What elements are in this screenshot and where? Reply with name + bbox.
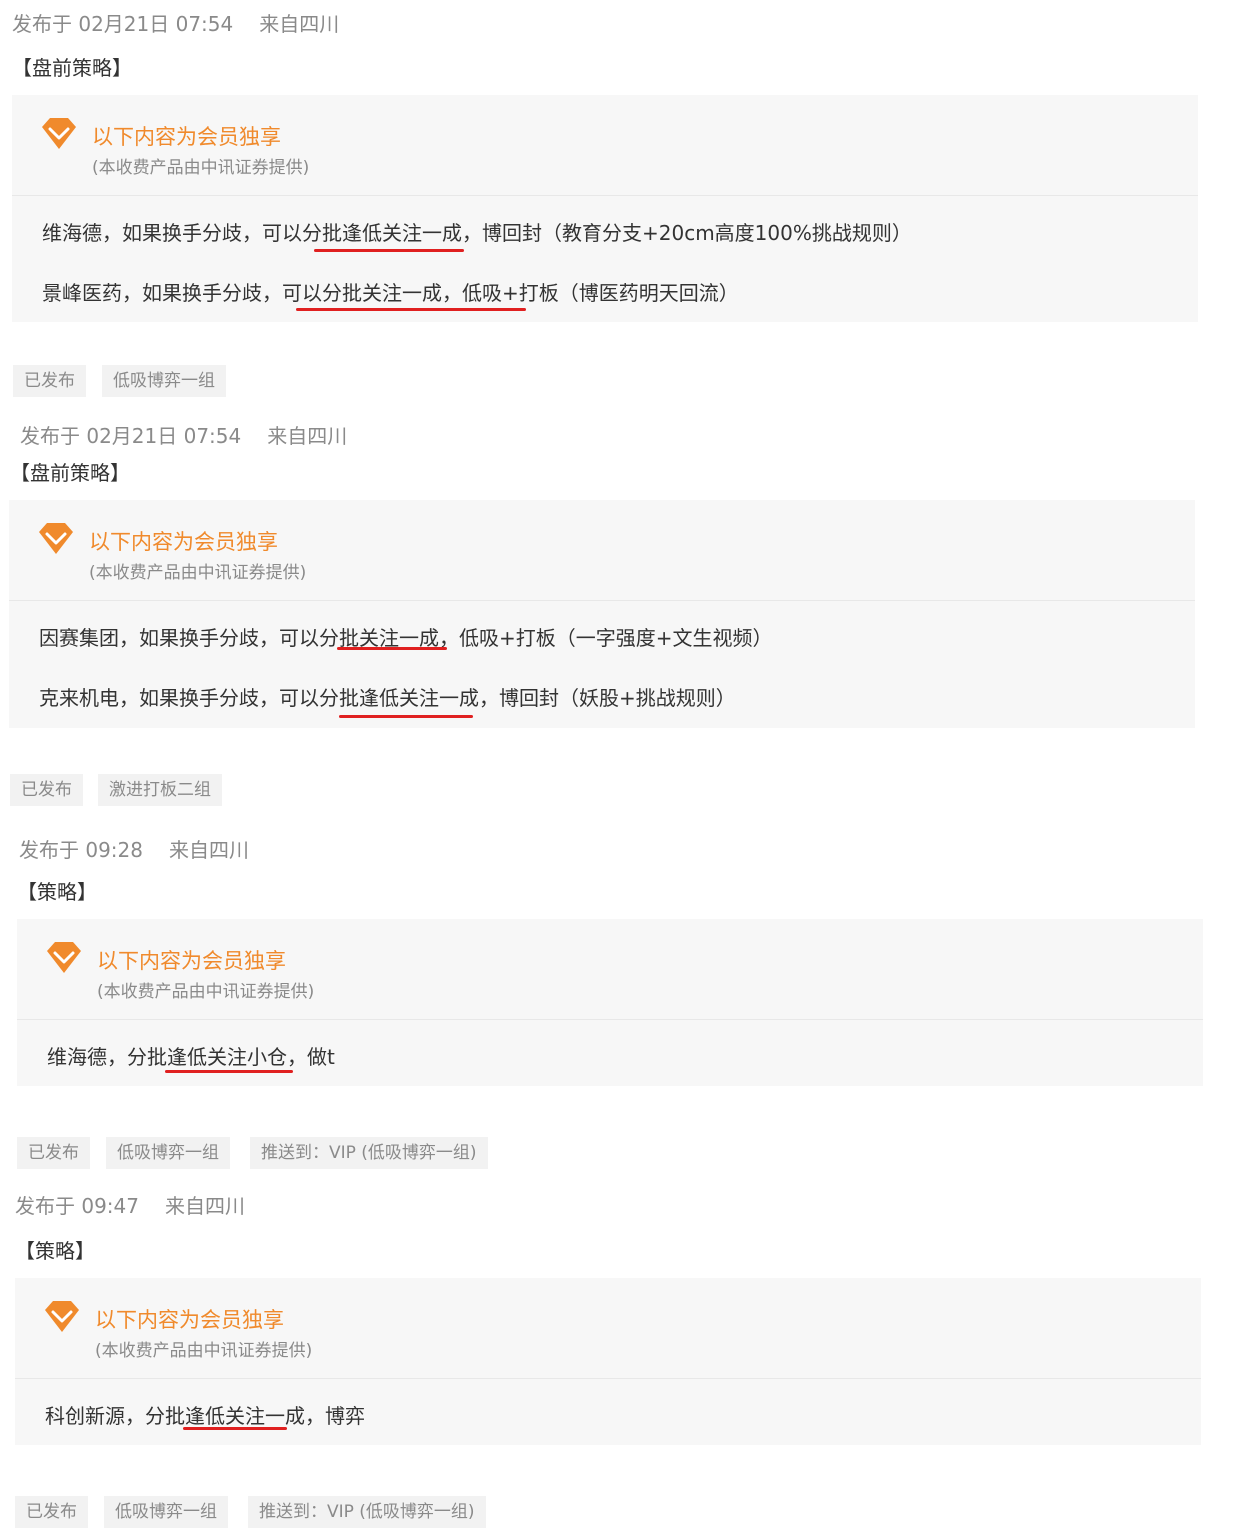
red-underline-mark [183, 1427, 287, 1430]
post-time: 发布于 02月21日 07:54 [20, 424, 242, 448]
vip-content-box: 以下内容为会员独享 (本收费产品由中讯证券提供) 因赛集团，如果换手分歧，可以分… [9, 500, 1195, 728]
vip-title: 以下内容为会员独享 [92, 125, 281, 149]
vip-title: 以下内容为会员独享 [97, 949, 286, 973]
diamond-icon [37, 522, 75, 556]
tag-status[interactable]: 已发布 [15, 1496, 88, 1528]
vip-subtitle: (本收费产品由中讯证券提供) [97, 982, 315, 1002]
strategy-line: 维海德，分批逢低关注小仓，做t [47, 1045, 335, 1069]
diamond-icon [45, 941, 83, 975]
post-heading: 【策略】 [17, 880, 97, 904]
vip-title: 以下内容为会员独享 [89, 530, 278, 554]
tag-push[interactable]: 推送到：VIP (低吸博弈一组) [250, 1137, 488, 1169]
post-heading: 【策略】 [15, 1239, 95, 1263]
vip-subtitle: (本收费产品由中讯证券提供) [95, 1341, 313, 1361]
post-time: 发布于 09:28 [19, 838, 143, 862]
tag-group[interactable]: 低吸博弈一组 [104, 1496, 228, 1528]
red-underline-mark [339, 715, 473, 718]
post-heading: 【盘前策略】 [12, 56, 132, 80]
post-meta: 发布于 02月21日 07:54 来自四川 [12, 8, 339, 37]
red-underline-mark [296, 308, 526, 311]
tag-status[interactable]: 已发布 [10, 774, 83, 806]
vip-content-box: 以下内容为会员独享 (本收费产品由中讯证券提供) 维海德，分批逢低关注小仓，做t [17, 919, 1203, 1086]
tag-group[interactable]: 低吸博弈一组 [102, 365, 226, 397]
vip-content-box: 以下内容为会员独享 (本收费产品由中讯证券提供) 维海德，如果换手分歧，可以分批… [12, 95, 1198, 322]
post-location: 来自四川 [267, 424, 348, 448]
post-meta: 发布于 09:28 来自四川 [19, 834, 249, 863]
red-underline-mark [314, 249, 464, 252]
post-location: 来自四川 [259, 12, 340, 36]
tag-status[interactable]: 已发布 [13, 365, 86, 397]
vip-header: 以下内容为会员独享 (本收费产品由中讯证券提供) [12, 95, 1198, 196]
diamond-icon [43, 1300, 81, 1334]
vip-content-box: 以下内容为会员独享 (本收费产品由中讯证券提供) 科创新源，分批逢低关注一成，博… [15, 1278, 1201, 1445]
vip-subtitle: (本收费产品由中讯证券提供) [92, 158, 310, 178]
vip-title: 以下内容为会员独享 [95, 1308, 284, 1332]
post-meta: 发布于 02月21日 07:54 来自四川 [20, 420, 347, 449]
tag-group[interactable]: 激进打板二组 [98, 774, 222, 806]
strategy-line: 景峰医药，如果换手分歧，可以分批关注一成，低吸+打板（博医药明天回流） [42, 281, 739, 305]
post-time: 发布于 09:47 [15, 1194, 139, 1218]
strategy-line: 维海德，如果换手分歧，可以分批逢低关注一成，博回封（教育分支+20cm高度100… [42, 221, 912, 245]
post-location: 来自四川 [169, 838, 249, 862]
tag-push[interactable]: 推送到：VIP (低吸博弈一组) [248, 1496, 486, 1528]
tag-group[interactable]: 低吸博弈一组 [106, 1137, 230, 1169]
vip-subtitle: (本收费产品由中讯证券提供) [89, 563, 307, 583]
vip-header: 以下内容为会员独享 (本收费产品由中讯证券提供) [9, 500, 1195, 601]
tag-status[interactable]: 已发布 [17, 1137, 90, 1169]
red-underline-mark [337, 647, 447, 650]
vip-header: 以下内容为会员独享 (本收费产品由中讯证券提供) [17, 919, 1203, 1020]
post-meta: 发布于 09:47 来自四川 [15, 1190, 245, 1219]
red-underline-mark [165, 1070, 293, 1073]
post-heading: 【盘前策略】 [10, 461, 130, 485]
diamond-icon [40, 117, 78, 151]
post-location: 来自四川 [165, 1194, 245, 1218]
post-time: 发布于 02月21日 07:54 [12, 12, 234, 36]
strategy-line: 科创新源，分批逢低关注一成，博弈 [45, 1404, 365, 1428]
vip-header: 以下内容为会员独享 (本收费产品由中讯证券提供) [15, 1278, 1201, 1379]
strategy-line: 克来机电，如果换手分歧，可以分批逢低关注一成，博回封（妖股+挑战规则） [39, 686, 736, 710]
